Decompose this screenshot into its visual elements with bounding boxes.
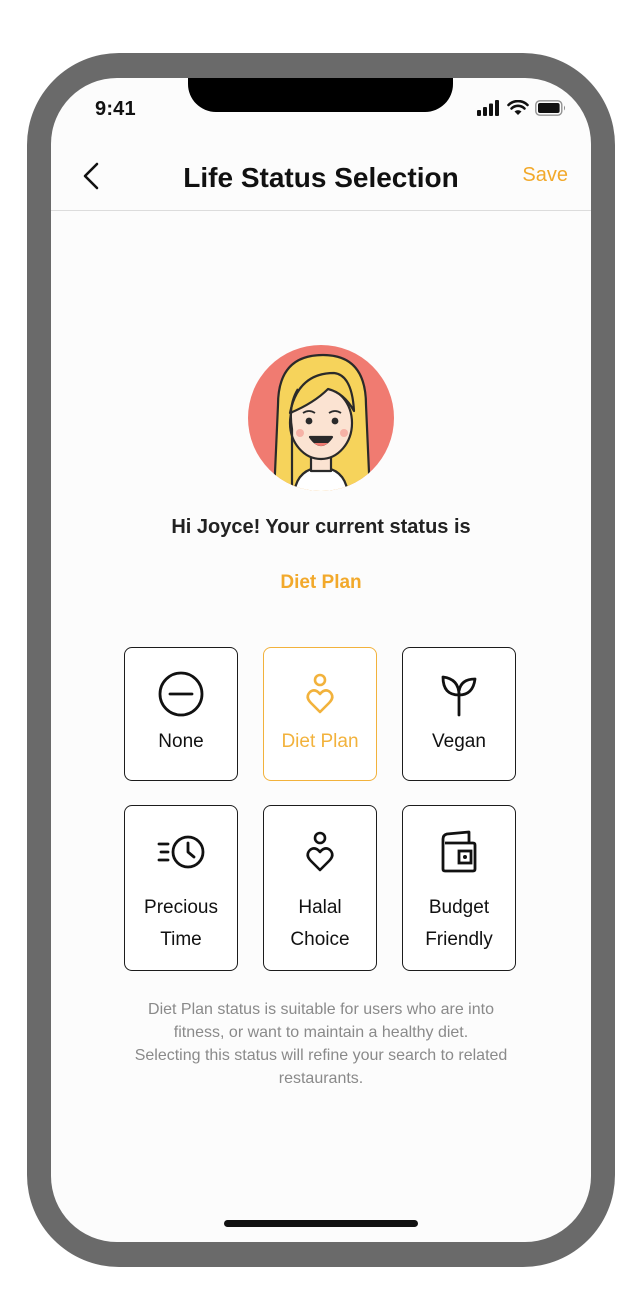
status-option-none[interactable]: None bbox=[124, 647, 238, 781]
avatar bbox=[248, 345, 394, 491]
status-icons bbox=[477, 100, 567, 116]
signal-icon bbox=[477, 100, 499, 116]
status-option-diet-plan[interactable]: Diet Plan bbox=[263, 647, 377, 781]
status-bar: 9:41 bbox=[51, 78, 591, 142]
heart-person-icon bbox=[306, 673, 334, 714]
wallet-icon bbox=[441, 830, 477, 873]
save-button[interactable]: Save bbox=[522, 164, 568, 187]
heart-person-icon bbox=[306, 831, 334, 872]
minus-circle-icon bbox=[158, 671, 204, 717]
sprout-icon bbox=[441, 675, 477, 717]
status-option-label: Halal Choice bbox=[290, 897, 350, 950]
status-option-halal-choice[interactable]: Halal Choice bbox=[263, 805, 377, 971]
navigation-bar: Life Status Selection Save bbox=[51, 144, 591, 211]
status-option-label: Precious Time bbox=[144, 897, 218, 950]
home-indicator[interactable] bbox=[224, 1220, 418, 1227]
status-time: 9:41 bbox=[95, 98, 136, 120]
status-option-budget-friendly[interactable]: Budget Friendly bbox=[402, 805, 516, 971]
wifi-icon bbox=[507, 100, 529, 115]
battery-icon bbox=[535, 100, 565, 116]
status-option-vegan[interactable]: Vegan bbox=[402, 647, 516, 781]
page-title: Life Status Selection bbox=[183, 162, 459, 193]
fast-clock-icon bbox=[157, 835, 205, 869]
greeting-text: Hi Joyce! Your current status is bbox=[171, 516, 471, 538]
status-option-label: Budget Friendly bbox=[425, 897, 493, 950]
current-status-value: Diet Plan bbox=[280, 572, 362, 593]
status-option-label: Vegan bbox=[432, 731, 486, 752]
status-description: Diet Plan status is suitable for users w… bbox=[134, 1001, 508, 1087]
notch bbox=[188, 78, 453, 112]
status-option-precious-time[interactable]: Precious Time bbox=[124, 805, 238, 971]
app-screen: 9:41 Life Status Selection Save Hi Joyce… bbox=[51, 78, 591, 1242]
status-option-label: None bbox=[158, 731, 204, 752]
status-option-label: Diet Plan bbox=[281, 731, 359, 752]
